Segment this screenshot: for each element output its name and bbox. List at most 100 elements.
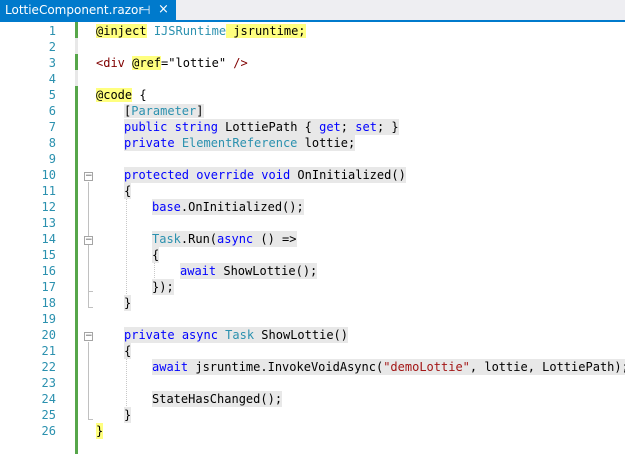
code-line-10: protected override void OnInitialized() <box>124 167 406 183</box>
type-name: ElementReference <box>181 136 298 150</box>
keyword: protected <box>124 168 190 182</box>
saved-change-marker <box>75 86 78 454</box>
line-number: 7 <box>48 120 56 134</box>
code-line-16: await ShowLottie(); <box>180 263 318 279</box>
line-number: 1 <box>48 24 56 38</box>
line-number: 18 <box>41 296 56 310</box>
keyword: set <box>355 120 377 134</box>
code-text: , lottie, LottiePath); <box>469 360 625 374</box>
code-editor[interactable]: 1 2 3 4 5 6 7 8 9 10 11 12 13 14 15 16 17 18 19 20 21 22 23 24 2… <box>0 22 625 454</box>
line-number: 16 <box>41 264 56 278</box>
close-icon[interactable]: × <box>158 2 169 17</box>
attribute-value: "lottie" <box>168 56 227 70</box>
code-line-22: await jsruntime.InvokeVoidAsync("demoLot… <box>152 359 625 375</box>
line-number: 10 <box>41 168 56 182</box>
collapse-icon[interactable]: − <box>84 236 93 245</box>
code-line-7: public string LottiePath { get; set; } <box>124 119 399 135</box>
code-line-3: <div @ref="lottie" /> <box>96 55 248 71</box>
code-line-14: Task.Run(async () => <box>152 231 297 247</box>
code-text: jsruntime; <box>226 24 306 38</box>
code-line-26: } <box>96 423 104 439</box>
line-number: 25 <box>41 408 56 422</box>
fold-guide <box>88 246 89 291</box>
code-line-11: { <box>124 183 132 199</box>
html-tag: <div <box>96 56 133 70</box>
line-number: 8 <box>48 136 56 150</box>
code-line-1: @inject IJSRuntime jsruntime; <box>96 23 306 39</box>
keyword: base <box>152 200 181 214</box>
fold-end <box>88 419 93 420</box>
tab-lottie-component[interactable]: LottieComponent.razor ⊣ × <box>0 0 176 22</box>
saved-change-marker <box>75 22 78 38</box>
line-number: 26 <box>41 424 56 438</box>
code-text: ] <box>196 104 204 118</box>
code-text: OnInitialized() <box>290 168 406 182</box>
line-number: 2 <box>48 40 56 54</box>
line-number: 9 <box>48 152 56 166</box>
code-text: .Run( <box>180 232 218 246</box>
code-line-18: } <box>124 295 132 311</box>
keyword: void <box>261 168 291 182</box>
keyword: async <box>217 232 254 246</box>
razor-directive: @code <box>96 88 133 102</box>
code-text: .OnInitialized(); <box>180 200 304 214</box>
code-text: LottiePath { <box>217 120 320 134</box>
code-text: ShowLottie() <box>254 328 348 342</box>
collapse-icon[interactable]: − <box>84 172 93 181</box>
html-tag: /> <box>226 56 248 70</box>
type-name: IJSRuntime <box>153 24 227 38</box>
string-literal: "demoLottie" <box>383 360 470 374</box>
collapse-icon[interactable]: − <box>84 332 93 341</box>
code-line-12: base.OnInitialized(); <box>152 199 304 215</box>
type-name: Task <box>152 232 181 246</box>
keyword: async <box>181 328 218 342</box>
line-number: 5 <box>48 88 56 102</box>
code-line-17: }); <box>152 279 174 295</box>
keyword: public <box>124 120 168 134</box>
line-number: 23 <box>41 376 56 390</box>
code-text: jsruntime.InvokeVoidAsync( <box>188 360 384 374</box>
line-number-gutter: 1 2 3 4 5 6 7 8 9 10 11 12 13 14 15 16 17 18 19 20 21 22 23 24 2… <box>0 22 60 450</box>
code-line-21: { <box>124 343 132 359</box>
code-line-24: StateHasChanged(); <box>152 391 283 407</box>
line-number: 21 <box>41 344 56 358</box>
type-name: Task <box>225 328 255 342</box>
keyword: override <box>196 168 255 182</box>
code-text: () => <box>253 232 297 246</box>
attribute-name: Parameter <box>131 104 197 118</box>
line-number: 19 <box>41 312 56 326</box>
code-line-20: private async Task ShowLottie() <box>124 327 348 343</box>
line-number: 13 <box>41 216 56 230</box>
line-number: 12 <box>41 200 56 214</box>
keyword: await <box>180 264 217 278</box>
tab-title: LottieComponent.razor <box>5 3 144 17</box>
line-number: 24 <box>41 392 56 406</box>
code-line-6: [Parameter] <box>124 103 204 119</box>
razor-directive: @inject <box>96 24 147 38</box>
fold-end <box>88 307 93 308</box>
document-tab-bar: LottieComponent.razor ⊣ × <box>0 0 625 22</box>
code-text: lottie; <box>297 136 356 150</box>
line-number: 15 <box>41 248 56 262</box>
pin-icon[interactable]: ⊣ <box>140 3 150 17</box>
line-number: 22 <box>41 360 56 374</box>
line-number: 14 <box>41 232 56 246</box>
code-text: ShowLottie(); <box>216 264 318 278</box>
code-line-8: private ElementReference lottie; <box>124 135 356 151</box>
line-number: 20 <box>41 328 56 342</box>
fold-end <box>88 291 93 292</box>
keyword: private <box>124 136 175 150</box>
keyword: get <box>319 120 341 134</box>
saved-change-marker <box>75 54 78 70</box>
line-number: 4 <box>48 72 56 86</box>
indent-guide <box>126 198 127 294</box>
keyword: private <box>124 328 175 342</box>
line-number: 17 <box>41 280 56 294</box>
line-number: 6 <box>48 104 56 118</box>
line-number: 3 <box>48 56 56 70</box>
fold-guide <box>88 342 89 419</box>
indent-guide <box>154 262 155 278</box>
line-number: 11 <box>41 184 56 198</box>
